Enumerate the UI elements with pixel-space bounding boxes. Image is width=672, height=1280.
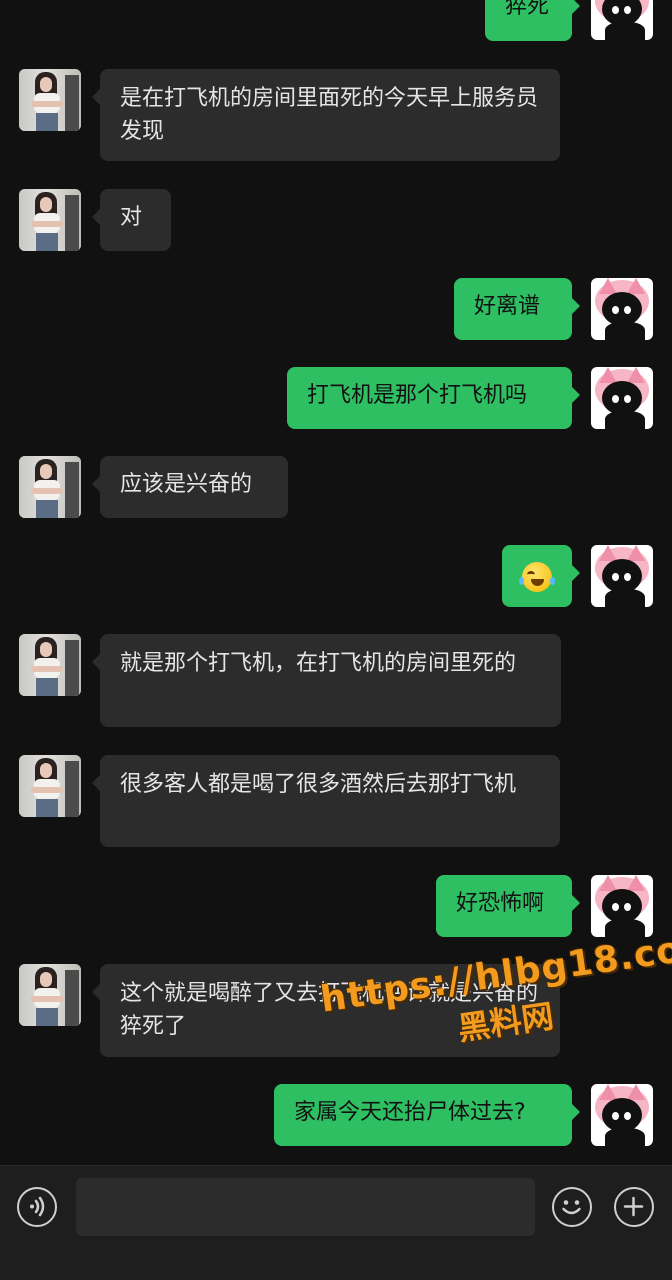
message-text: 很多客人都是喝了很多酒然后去那打飞机 bbox=[120, 772, 517, 797]
message-text: 家属今天还抬尸体过去? bbox=[294, 1100, 526, 1125]
tears-of-joy-emoji bbox=[519, 562, 555, 592]
message-text: 就是那个打飞机，在打飞机的房间里死的 bbox=[120, 651, 517, 676]
input-bar bbox=[0, 1165, 672, 1280]
message-bubble-incoming[interactable]: 对 bbox=[92, 189, 171, 251]
message-input[interactable] bbox=[76, 1178, 535, 1236]
message-bubble-outgoing[interactable]: 好恐怖啊 bbox=[436, 875, 580, 937]
message-text: 好离谱 bbox=[474, 294, 541, 319]
message-bubble-outgoing[interactable]: 打飞机是那个打飞机吗 bbox=[287, 367, 580, 429]
message-bubble-incoming[interactable]: 是在打飞机的房间里面死的今天早上服务员发现 bbox=[92, 69, 560, 161]
message-bubble-incoming[interactable]: 很多客人都是喝了很多酒然后去那打飞机 bbox=[92, 755, 560, 847]
girl-avatar[interactable] bbox=[19, 69, 81, 131]
message-bubble-incoming[interactable]: 应该是兴奋的 bbox=[92, 456, 288, 518]
voice-icon bbox=[30, 1196, 45, 1217]
plus-icon bbox=[623, 1196, 644, 1217]
message-text: 对 bbox=[120, 205, 143, 230]
message-text: 是在打飞机的房间里面死的今天早上服务员发现 bbox=[120, 86, 539, 144]
girl-avatar[interactable] bbox=[19, 456, 81, 518]
message-text: 好恐怖啊 bbox=[456, 891, 545, 916]
cat-avatar[interactable] bbox=[591, 545, 653, 607]
girl-avatar[interactable] bbox=[19, 755, 81, 817]
cat-avatar[interactable] bbox=[591, 278, 653, 340]
cat-avatar[interactable] bbox=[591, 1084, 653, 1146]
message-bubble-outgoing[interactable]: 猝死 bbox=[485, 0, 580, 41]
message-text: 猝死 bbox=[505, 0, 550, 19]
voice-button[interactable] bbox=[17, 1187, 57, 1227]
cat-avatar[interactable] bbox=[591, 367, 653, 429]
girl-avatar[interactable] bbox=[19, 964, 81, 1026]
message-bubble-incoming[interactable]: 就是那个打飞机，在打飞机的房间里死的 bbox=[92, 634, 561, 727]
cat-avatar[interactable] bbox=[591, 0, 653, 40]
message-bubble-outgoing[interactable]: 好离谱 bbox=[454, 278, 580, 340]
message-text: 这个就是喝醉了又去打飞机估计就是兴奋的猝死了 bbox=[120, 981, 539, 1039]
girl-avatar[interactable] bbox=[19, 189, 81, 251]
message-bubble-incoming[interactable]: 这个就是喝醉了又去打飞机估计就是兴奋的猝死了 bbox=[92, 964, 560, 1057]
girl-avatar[interactable] bbox=[19, 634, 81, 696]
chat-message-list[interactable]: 猝死 是在打飞机的房间里面死的今天早上服务员发现 对 好离谱 打飞机是那个打飞机… bbox=[0, 0, 672, 1165]
message-text: 应该是兴奋的 bbox=[120, 472, 253, 497]
message-text: 打飞机是那个打飞机吗 bbox=[307, 383, 528, 408]
plus-button[interactable] bbox=[614, 1187, 654, 1227]
cat-avatar[interactable] bbox=[591, 875, 653, 937]
emoji-icon bbox=[562, 1200, 581, 1215]
emoji-button[interactable] bbox=[552, 1187, 592, 1227]
message-bubble-outgoing[interactable]: 家属今天还抬尸体过去? bbox=[274, 1084, 580, 1146]
message-bubble-outgoing[interactable] bbox=[502, 545, 580, 607]
